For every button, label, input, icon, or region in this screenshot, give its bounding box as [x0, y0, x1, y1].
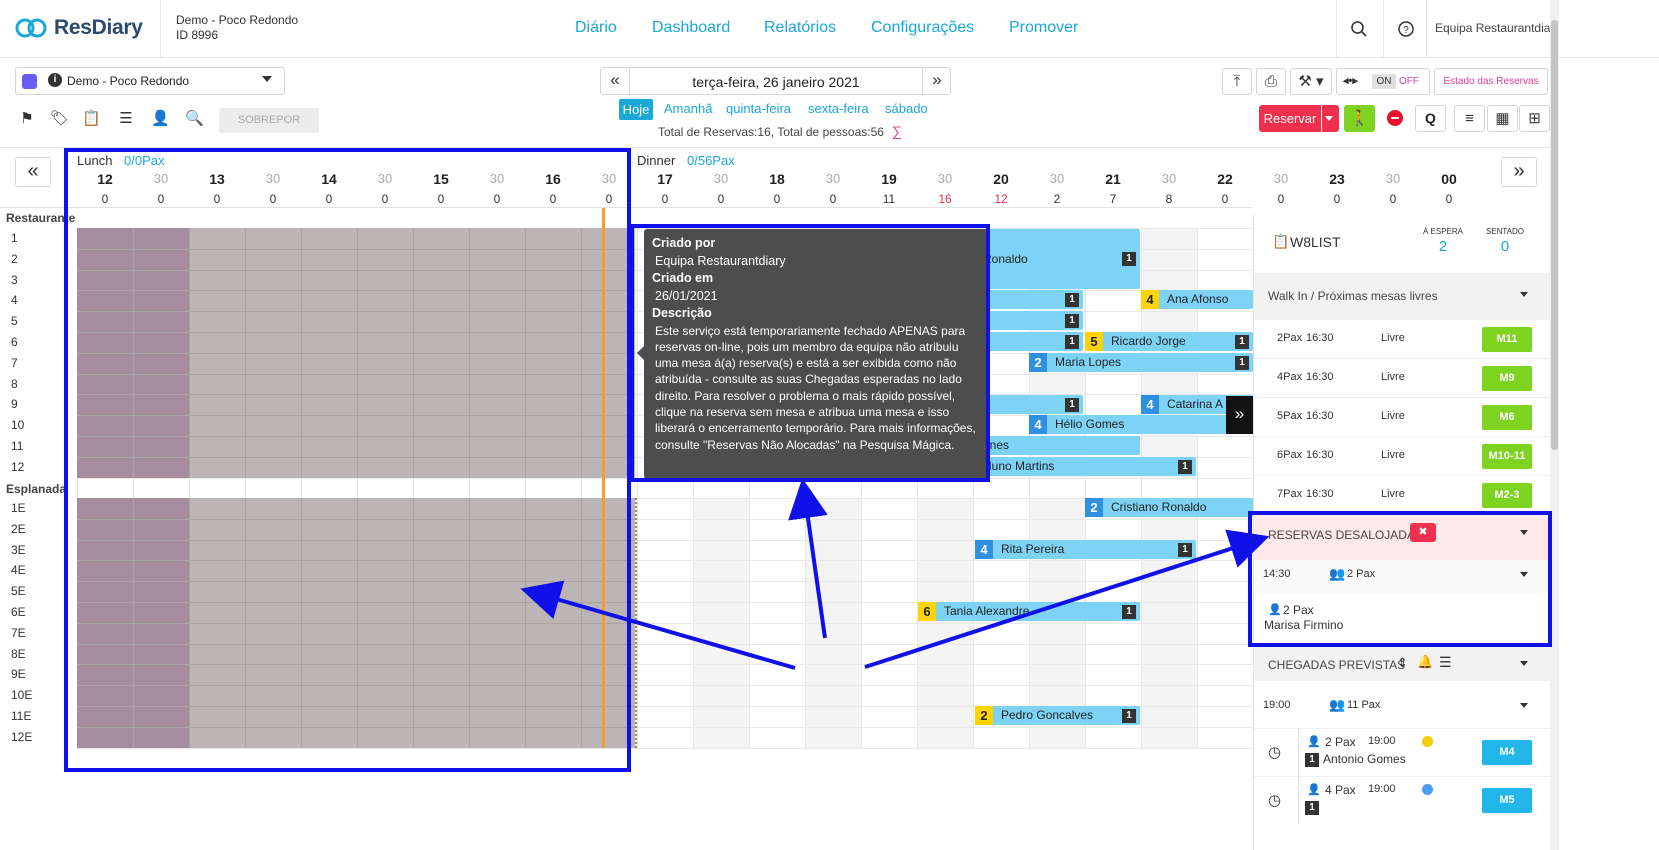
- arrow-to-displaced: [864, 529, 1270, 669]
- arrow-to-tooltip: [788, 478, 828, 639]
- annotation-arrows: [520, 478, 1270, 670]
- arrow-to-closed: [520, 580, 796, 670]
